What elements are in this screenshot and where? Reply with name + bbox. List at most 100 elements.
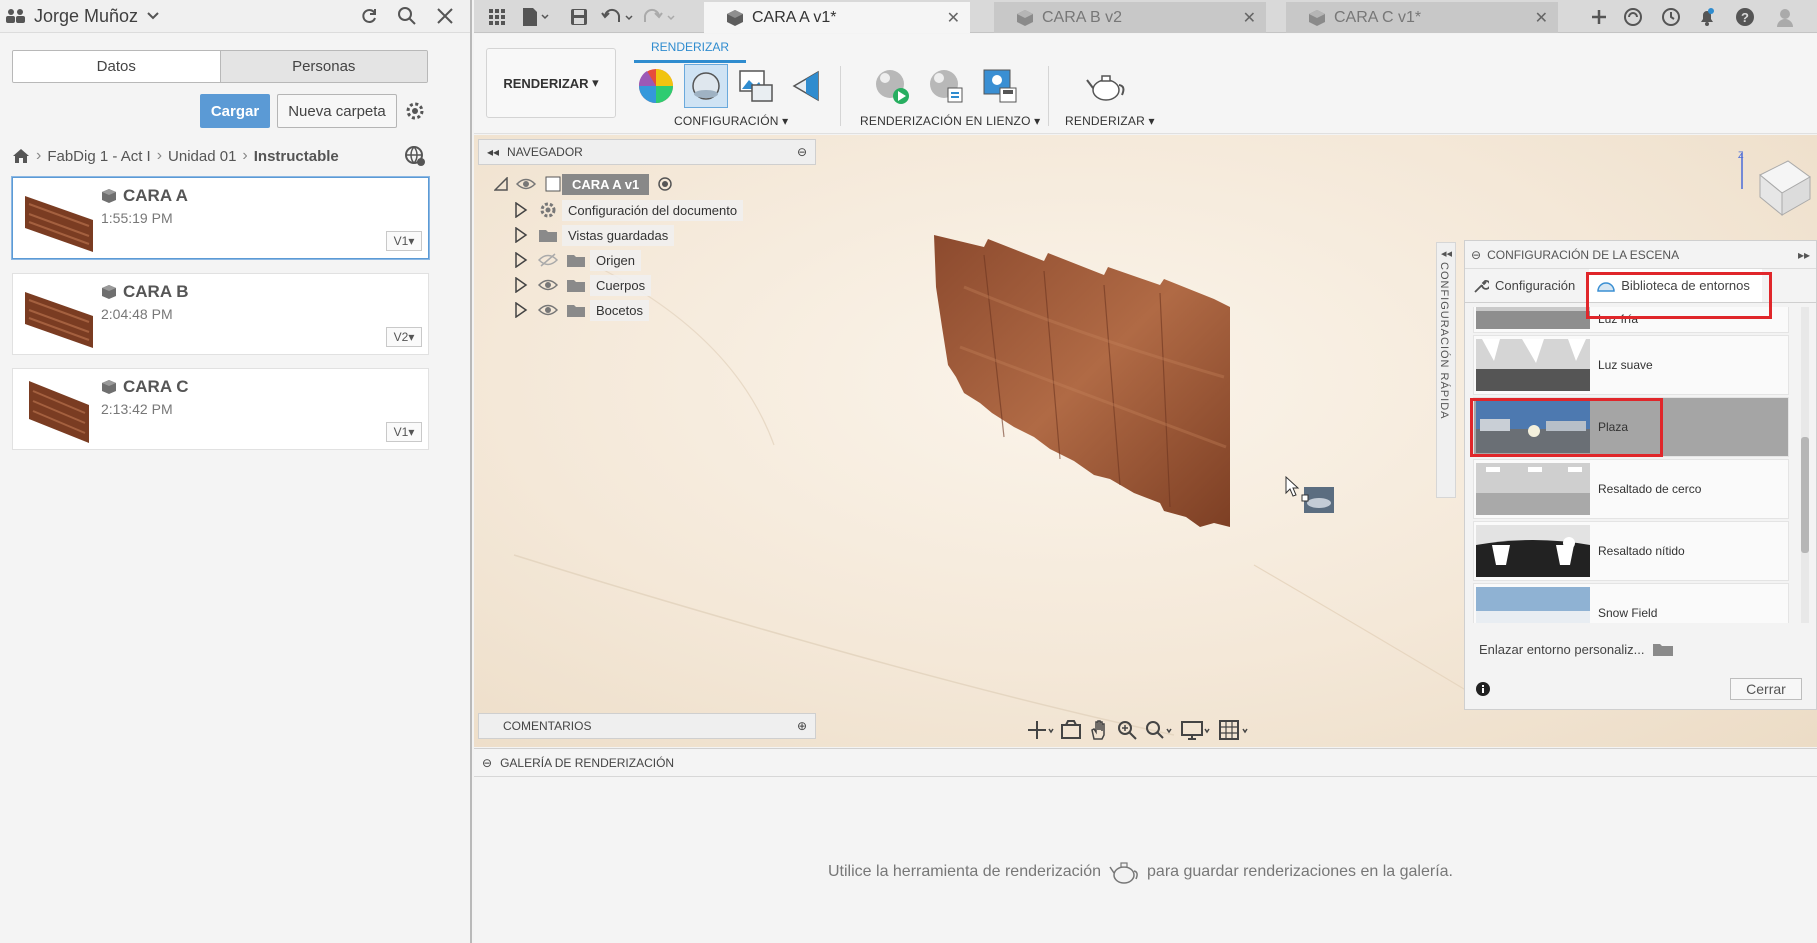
tree-item-label: Cuerpos xyxy=(590,274,652,296)
job-status-icon[interactable] xyxy=(1656,0,1686,33)
tab-settings[interactable]: Configuración xyxy=(1465,269,1583,302)
home-icon[interactable] xyxy=(12,148,30,164)
tab-data[interactable]: Datos xyxy=(13,51,220,82)
network-icon[interactable] xyxy=(404,145,426,167)
close-button[interactable]: Cerrar xyxy=(1730,678,1802,700)
file-card[interactable]: CARA B 2:04:48 PM V2 ▾ xyxy=(12,273,429,355)
version-dropdown[interactable]: V1 ▾ xyxy=(386,422,422,442)
expand-triangle-icon[interactable] xyxy=(514,302,528,318)
team-icon xyxy=(6,8,26,24)
view-cube[interactable]: Z xyxy=(1734,149,1814,219)
help-icon[interactable]: ? xyxy=(1730,0,1760,33)
workspace-switcher[interactable]: RENDERIZAR ▾ xyxy=(486,48,616,118)
tree-item-origin[interactable]: Origen xyxy=(514,249,642,271)
scene-settings-icon[interactable] xyxy=(684,64,728,108)
grid-settings-icon[interactable] xyxy=(1218,719,1250,741)
group-render[interactable]: RENDERIZAR ▾ xyxy=(1065,114,1155,128)
environment-scrollbar[interactable] xyxy=(1801,307,1809,623)
redo-icon[interactable] xyxy=(640,0,680,33)
wood-panel-model[interactable] xyxy=(924,227,1264,537)
save-icon[interactable] xyxy=(564,0,594,33)
tree-root[interactable]: CARA A v1 xyxy=(494,173,673,195)
collapse-left-icon[interactable]: ◂◂ xyxy=(487,145,499,159)
close-icon[interactable] xyxy=(426,0,464,33)
tab-cara-b[interactable]: CARA B v2 ✕ xyxy=(994,2,1266,33)
eye-icon[interactable] xyxy=(516,177,536,191)
eye-icon[interactable] xyxy=(538,303,558,317)
search-icon[interactable] xyxy=(388,0,426,33)
teapot-render-icon[interactable] xyxy=(1084,64,1128,108)
eye-hidden-icon[interactable] xyxy=(538,253,558,267)
notifications-icon[interactable] xyxy=(1692,0,1722,33)
account-avatar-icon[interactable] xyxy=(1770,0,1800,33)
breadcrumb-folder[interactable]: Unidad 01 xyxy=(168,148,236,165)
expand-triangle-icon[interactable] xyxy=(514,227,528,243)
upload-button[interactable]: Cargar xyxy=(200,94,270,128)
breadcrumb-project[interactable]: FabDig 1 - Act I xyxy=(47,148,150,165)
scrollbar-thumb[interactable] xyxy=(1801,437,1809,553)
version-dropdown[interactable]: V2 ▾ xyxy=(386,327,422,347)
texture-map-icon[interactable] xyxy=(734,64,778,108)
info-icon[interactable] xyxy=(1475,681,1491,697)
file-time: 2:13:42 PM xyxy=(101,401,173,417)
gear-icon[interactable] xyxy=(404,100,426,122)
file-menu-icon[interactable] xyxy=(520,0,550,33)
minimize-icon[interactable]: ⊖ xyxy=(482,756,492,770)
collapse-triangle-icon[interactable] xyxy=(494,177,508,191)
environment-item[interactable]: Luz suave xyxy=(1473,335,1789,395)
link-custom-environment[interactable]: Enlazar entorno personaliz... xyxy=(1479,641,1674,657)
pan-hand-icon[interactable] xyxy=(1088,719,1110,741)
in-canvas-settings-icon[interactable] xyxy=(924,64,968,108)
environment-item[interactable]: Resaltado de cerco xyxy=(1473,459,1789,519)
user-menu[interactable]: Jorge Muñoz xyxy=(6,6,160,27)
close-icon[interactable]: ✕ xyxy=(1535,8,1548,28)
capture-image-icon[interactable] xyxy=(978,64,1022,108)
tree-item-saved-views[interactable]: Vistas guardadas xyxy=(514,224,675,246)
orbit-icon[interactable] xyxy=(1026,719,1054,741)
tree-item-bodies[interactable]: Cuerpos xyxy=(514,274,652,296)
gallery-header[interactable]: ⊖ GALERÍA DE RENDERIZACIÓN xyxy=(474,749,1817,777)
zoom-icon[interactable] xyxy=(1116,719,1138,741)
decal-icon[interactable] xyxy=(784,64,828,108)
in-canvas-render-icon[interactable] xyxy=(870,64,914,108)
refresh-icon[interactable] xyxy=(350,0,388,33)
group-setup[interactable]: CONFIGURACIÓN ▾ xyxy=(674,114,788,128)
minimize-icon[interactable]: ⊖ xyxy=(797,145,807,159)
quick-settings-label[interactable]: CONFIGURACIÓN RÁPIDA xyxy=(1438,262,1450,420)
appearance-icon[interactable] xyxy=(634,64,678,108)
comments-header[interactable]: COMENTARIOS ⊕ xyxy=(478,713,816,739)
expand-triangle-icon[interactable] xyxy=(514,202,528,218)
file-card[interactable]: CARA C 2:13:42 PM V1 ▾ xyxy=(12,368,429,450)
file-card[interactable]: CARA A 1:55:19 PM V1 ▾ xyxy=(12,177,429,259)
tree-item-sketches[interactable]: Bocetos xyxy=(514,299,649,321)
undo-icon[interactable] xyxy=(598,0,638,33)
minimize-icon[interactable]: ⊖ xyxy=(1471,248,1481,262)
eye-icon[interactable] xyxy=(538,278,558,292)
browser-header[interactable]: ◂◂ NAVEGADOR ⊖ xyxy=(478,139,816,165)
version-dropdown[interactable]: V1 ▾ xyxy=(386,231,422,251)
display-settings-icon[interactable] xyxy=(1180,719,1212,741)
ribbon-tab-render[interactable]: RENDERIZAR xyxy=(651,40,729,54)
expand-right-icon[interactable]: ▸▸ xyxy=(1798,248,1810,262)
collapse-left-icon[interactable]: ◂◂ xyxy=(1441,247,1452,260)
tab-people[interactable]: Personas xyxy=(219,51,427,82)
environment-item[interactable]: Snow Field xyxy=(1473,583,1789,623)
tree-item-document-settings[interactable]: Configuración del documento xyxy=(514,199,744,221)
close-icon[interactable]: ✕ xyxy=(947,8,960,28)
activate-radio-icon[interactable] xyxy=(657,176,673,192)
expand-triangle-icon[interactable] xyxy=(514,252,528,268)
new-tab-icon[interactable] xyxy=(1584,0,1614,33)
apps-grid-icon[interactable] xyxy=(482,0,512,33)
tab-cara-c[interactable]: CARA C v1* ✕ xyxy=(1286,2,1558,33)
look-at-icon[interactable] xyxy=(1060,719,1082,741)
group-canvas-render[interactable]: RENDERIZACIÓN EN LIENZO ▾ xyxy=(860,114,1040,128)
extensions-icon[interactable] xyxy=(1618,0,1648,33)
add-comment-icon[interactable]: ⊕ xyxy=(797,719,807,733)
close-icon[interactable]: ✕ xyxy=(1243,8,1256,28)
tab-cara-a[interactable]: CARA A v1* ✕ xyxy=(704,2,970,33)
folder-icon[interactable] xyxy=(1652,641,1674,657)
expand-triangle-icon[interactable] xyxy=(514,277,528,293)
new-folder-button[interactable]: Nueva carpeta xyxy=(277,94,397,128)
fit-zoom-icon[interactable] xyxy=(1144,719,1174,741)
environment-item[interactable]: Resaltado nítido xyxy=(1473,521,1789,581)
